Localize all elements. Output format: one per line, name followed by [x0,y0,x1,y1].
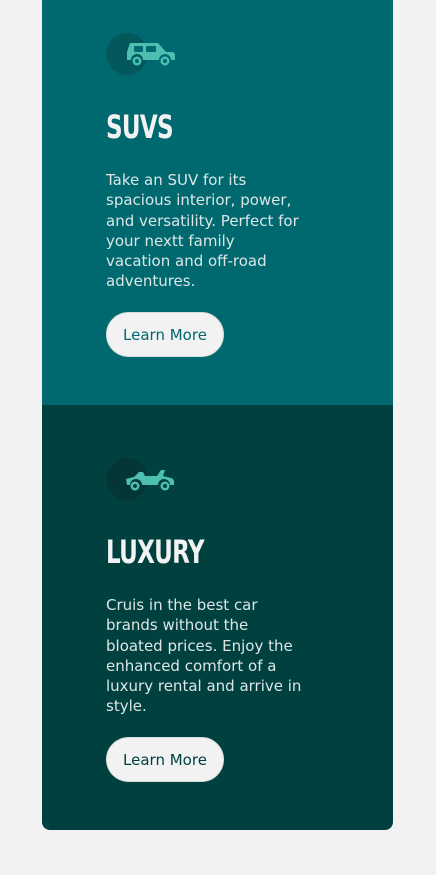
card-description: Take an SUV for its spacious interior, p… [106,171,299,291]
luxury-card: LUXURY Cruis in the best car brands with… [42,405,393,830]
card-description: Cruis in the best car brands without the… [106,596,302,716]
suv-icon-wrapper [106,33,178,77]
card-title: SUVS [106,108,174,146]
luxury-icon-wrapper [106,458,178,502]
suv-card: SUVS Take an SUV for its spacious interi… [42,0,393,405]
card-title: LUXURY [106,533,205,571]
learn-more-button[interactable]: Learn More [106,737,224,782]
learn-more-button[interactable]: Learn More [106,312,224,357]
suv-car-icon [127,43,175,66]
convertible-car-icon [126,470,175,491]
car-category-cards: SUVS Take an SUV for its spacious interi… [42,0,393,830]
